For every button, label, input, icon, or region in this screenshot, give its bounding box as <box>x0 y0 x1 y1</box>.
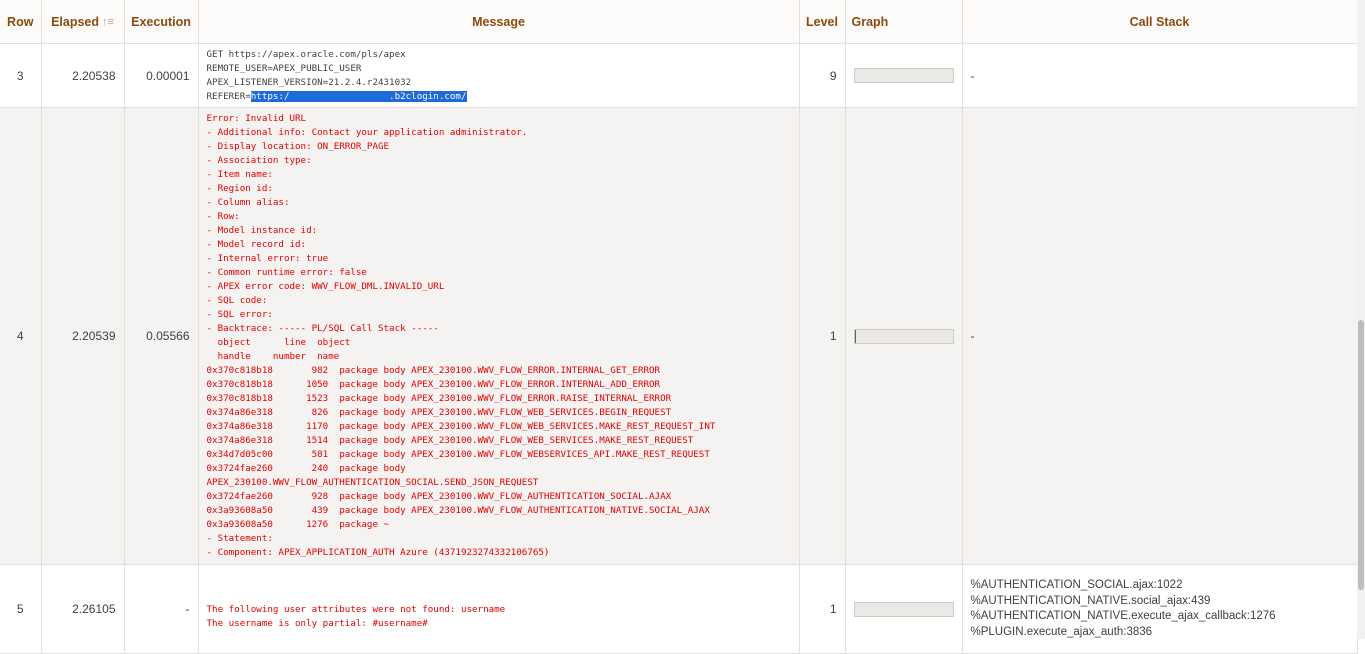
call-stack-cell: %AUTHENTICATION_SOCIAL.ajax:1022 %AUTHEN… <box>962 564 1358 654</box>
level-value: 1 <box>799 107 846 565</box>
elapsed-value: 2.26105 <box>41 564 125 654</box>
level-value: 1 <box>799 564 846 654</box>
execution-value: - <box>124 564 199 654</box>
error-message-text: The following user attributes were not f… <box>206 604 506 629</box>
message-cell: The following user attributes were not f… <box>198 564 800 654</box>
graph-cell <box>845 43 963 108</box>
execution-value: 0.05566 <box>124 107 199 565</box>
elapsed-graph-bar <box>853 68 954 83</box>
call-stack-cell: - <box>962 43 1358 108</box>
message-cell: Error: Invalid URL - Additional info: Co… <box>198 107 800 565</box>
col-header-graph[interactable]: Graph <box>845 0 963 44</box>
row-number: 3 <box>0 43 42 108</box>
scrollbar-thumb[interactable] <box>1358 320 1364 590</box>
col-header-row[interactable]: Row <box>0 0 42 44</box>
error-message-text: Error: Invalid URL - Additional info: Co… <box>206 113 716 558</box>
table-row: 5 2.26105 - The following user attribute… <box>0 564 1358 654</box>
graph-cell <box>845 564 963 654</box>
graph-cell <box>845 107 963 565</box>
execution-value: 0.00001 <box>124 43 199 108</box>
col-header-elapsed[interactable]: Elapsed ↑≡ <box>41 0 125 44</box>
elapsed-graph-bar <box>853 601 954 617</box>
message-text: GET https://apex.oracle.com/pls/apex REMO… <box>206 48 467 102</box>
col-header-call-stack[interactable]: Call Stack <box>962 0 1358 44</box>
elapsed-value: 2.20539 <box>41 107 125 565</box>
call-stack-text: %AUTHENTICATION_SOCIAL.ajax:1022 %AUTHEN… <box>970 579 1276 638</box>
level-value: 9 <box>799 43 846 108</box>
vertical-scrollbar[interactable] <box>1357 0 1365 639</box>
table-row: 3 2.20538 0.00001 GET https://apex.oracl… <box>0 43 1358 108</box>
selected-text: https:/ .b2clogin.com/ <box>250 90 467 102</box>
row-number: 4 <box>0 107 42 565</box>
call-stack-cell: - <box>962 107 1358 565</box>
table-row: 4 2.20539 0.05566 Error: Invalid URL - A… <box>0 107 1358 565</box>
debug-report-table: Row Elapsed ↑≡ Execution Message Level Gr… <box>0 0 1358 654</box>
col-header-execution[interactable]: Execution <box>124 0 199 44</box>
message-cell: GET https://apex.oracle.com/pls/apex REMO… <box>198 43 800 108</box>
elapsed-graph-bar <box>853 328 954 344</box>
sort-ascending-icon[interactable]: ↑≡ <box>102 16 114 28</box>
header-row: Row Elapsed ↑≡ Execution Message Level Gr… <box>0 0 1358 44</box>
col-header-level[interactable]: Level <box>799 0 846 44</box>
row-number: 5 <box>0 564 42 654</box>
elapsed-value: 2.20538 <box>41 43 125 108</box>
col-header-message[interactable]: Message <box>198 0 800 44</box>
graph-bar-fill <box>854 329 857 343</box>
